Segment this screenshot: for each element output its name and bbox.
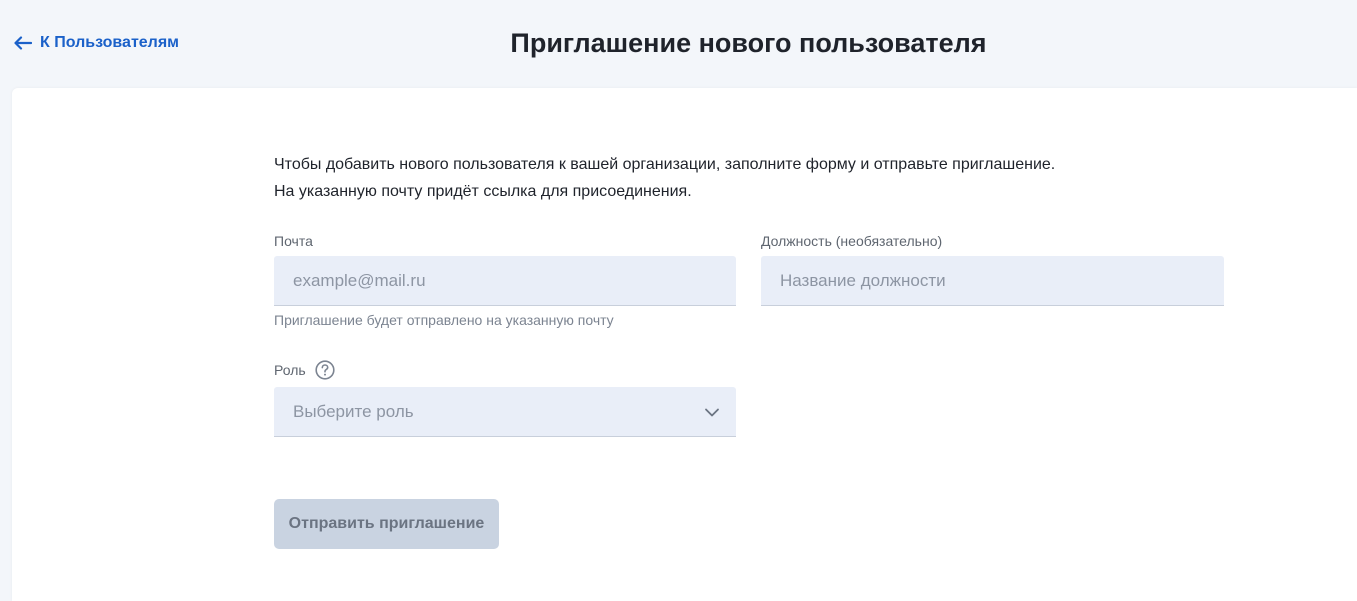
role-select-value: Выберите роль — [293, 401, 414, 421]
chevron-down-icon — [703, 403, 721, 421]
page-title: Приглашение нового пользователя — [510, 28, 987, 58]
intro-line-1: Чтобы добавить нового пользователя к ваш… — [274, 156, 1056, 173]
invite-user-page: К Пользователям Приглашение нового польз… — [0, 0, 1357, 601]
form-card: Чтобы добавить нового пользователя к ваш… — [12, 88, 1357, 601]
role-select[interactable]: Выберите роль — [274, 387, 736, 437]
email-field[interactable] — [274, 256, 736, 306]
intro-line-2: На указанную почту придёт ссылка для при… — [274, 183, 692, 200]
email-label: Почта — [274, 233, 313, 249]
position-label: Должность (необязательно) — [761, 233, 943, 249]
email-hint: Приглашение будет отправлено на указанну… — [274, 312, 614, 328]
header: К Пользователям Приглашение нового польз… — [0, 0, 1357, 88]
role-label-row: Роль — [274, 360, 335, 380]
send-invite-button[interactable]: Отправить приглашение — [274, 499, 499, 549]
role-label: Роль — [274, 362, 306, 378]
question-circle-icon[interactable] — [315, 360, 335, 380]
form-intro: Чтобы добавить нового пользователя к ваш… — [274, 151, 1055, 205]
position-field[interactable] — [761, 256, 1224, 306]
